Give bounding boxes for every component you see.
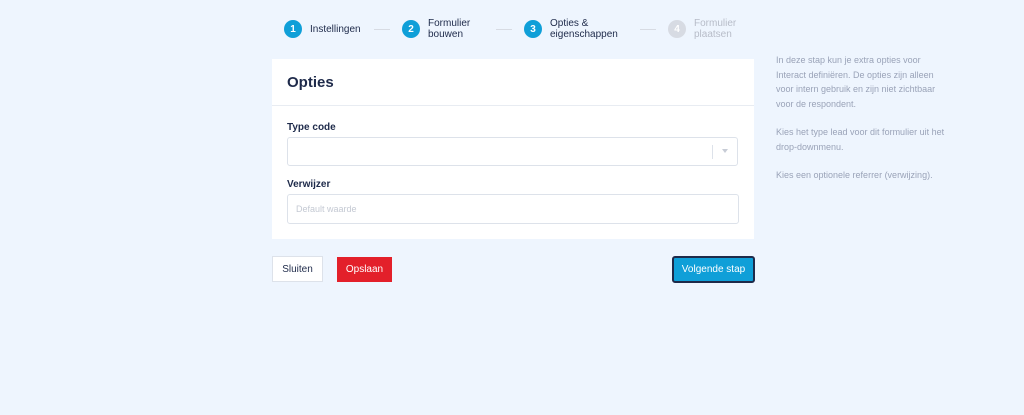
step-formulier-plaatsen: 4 Formulier plaatsen (668, 18, 766, 40)
referrer-label: Verwijzer (287, 179, 331, 190)
card-title: Opties (287, 73, 334, 91)
options-card: Opties Type code Verwijzer (272, 59, 754, 239)
step-separator (374, 28, 390, 30)
help-paragraph: Kies een optionele referrer (verwijzing)… (776, 170, 933, 180)
step-separator (640, 28, 656, 30)
save-button[interactable]: Opslaan (337, 257, 392, 282)
select-divider (712, 145, 713, 159)
step-instellingen[interactable]: 1 Instellingen (284, 20, 366, 38)
step-number-badge: 2 (402, 20, 420, 38)
step-separator (496, 28, 512, 30)
step-label: Formulier bouwen (428, 18, 471, 40)
step-number-badge: 4 (668, 20, 686, 38)
help-paragraph: Kies het type lead voor dit formulier ui… (776, 127, 945, 152)
step-number-badge: 3 (524, 20, 542, 38)
next-step-button[interactable]: Volgende stap (672, 256, 755, 283)
type-code-select[interactable] (287, 137, 738, 166)
chevron-down-icon[interactable] (722, 149, 728, 153)
type-code-label: Type code (287, 122, 336, 133)
help-panel: In deze stap kun je extra opties voor In… (776, 53, 951, 197)
step-opties-eigenschappen[interactable]: 3 Opties & eigenschappen (524, 18, 620, 40)
help-paragraph: In deze stap kun je extra opties voor In… (776, 55, 936, 109)
referrer-input[interactable] (287, 194, 739, 224)
step-label: Formulier plaatsen (694, 18, 737, 40)
card-header: Opties (272, 59, 754, 106)
step-label: Opties & eigenschappen (550, 18, 618, 40)
step-label: Instellingen (310, 23, 361, 35)
step-formulier-bouwen[interactable]: 2 Formulier bouwen (402, 18, 476, 40)
step-number-badge: 1 (284, 20, 302, 38)
close-button[interactable]: Sluiten (272, 256, 323, 282)
wizard-stepper: 1 Instellingen 2 Formulier bouwen 3 Opti… (284, 16, 766, 42)
